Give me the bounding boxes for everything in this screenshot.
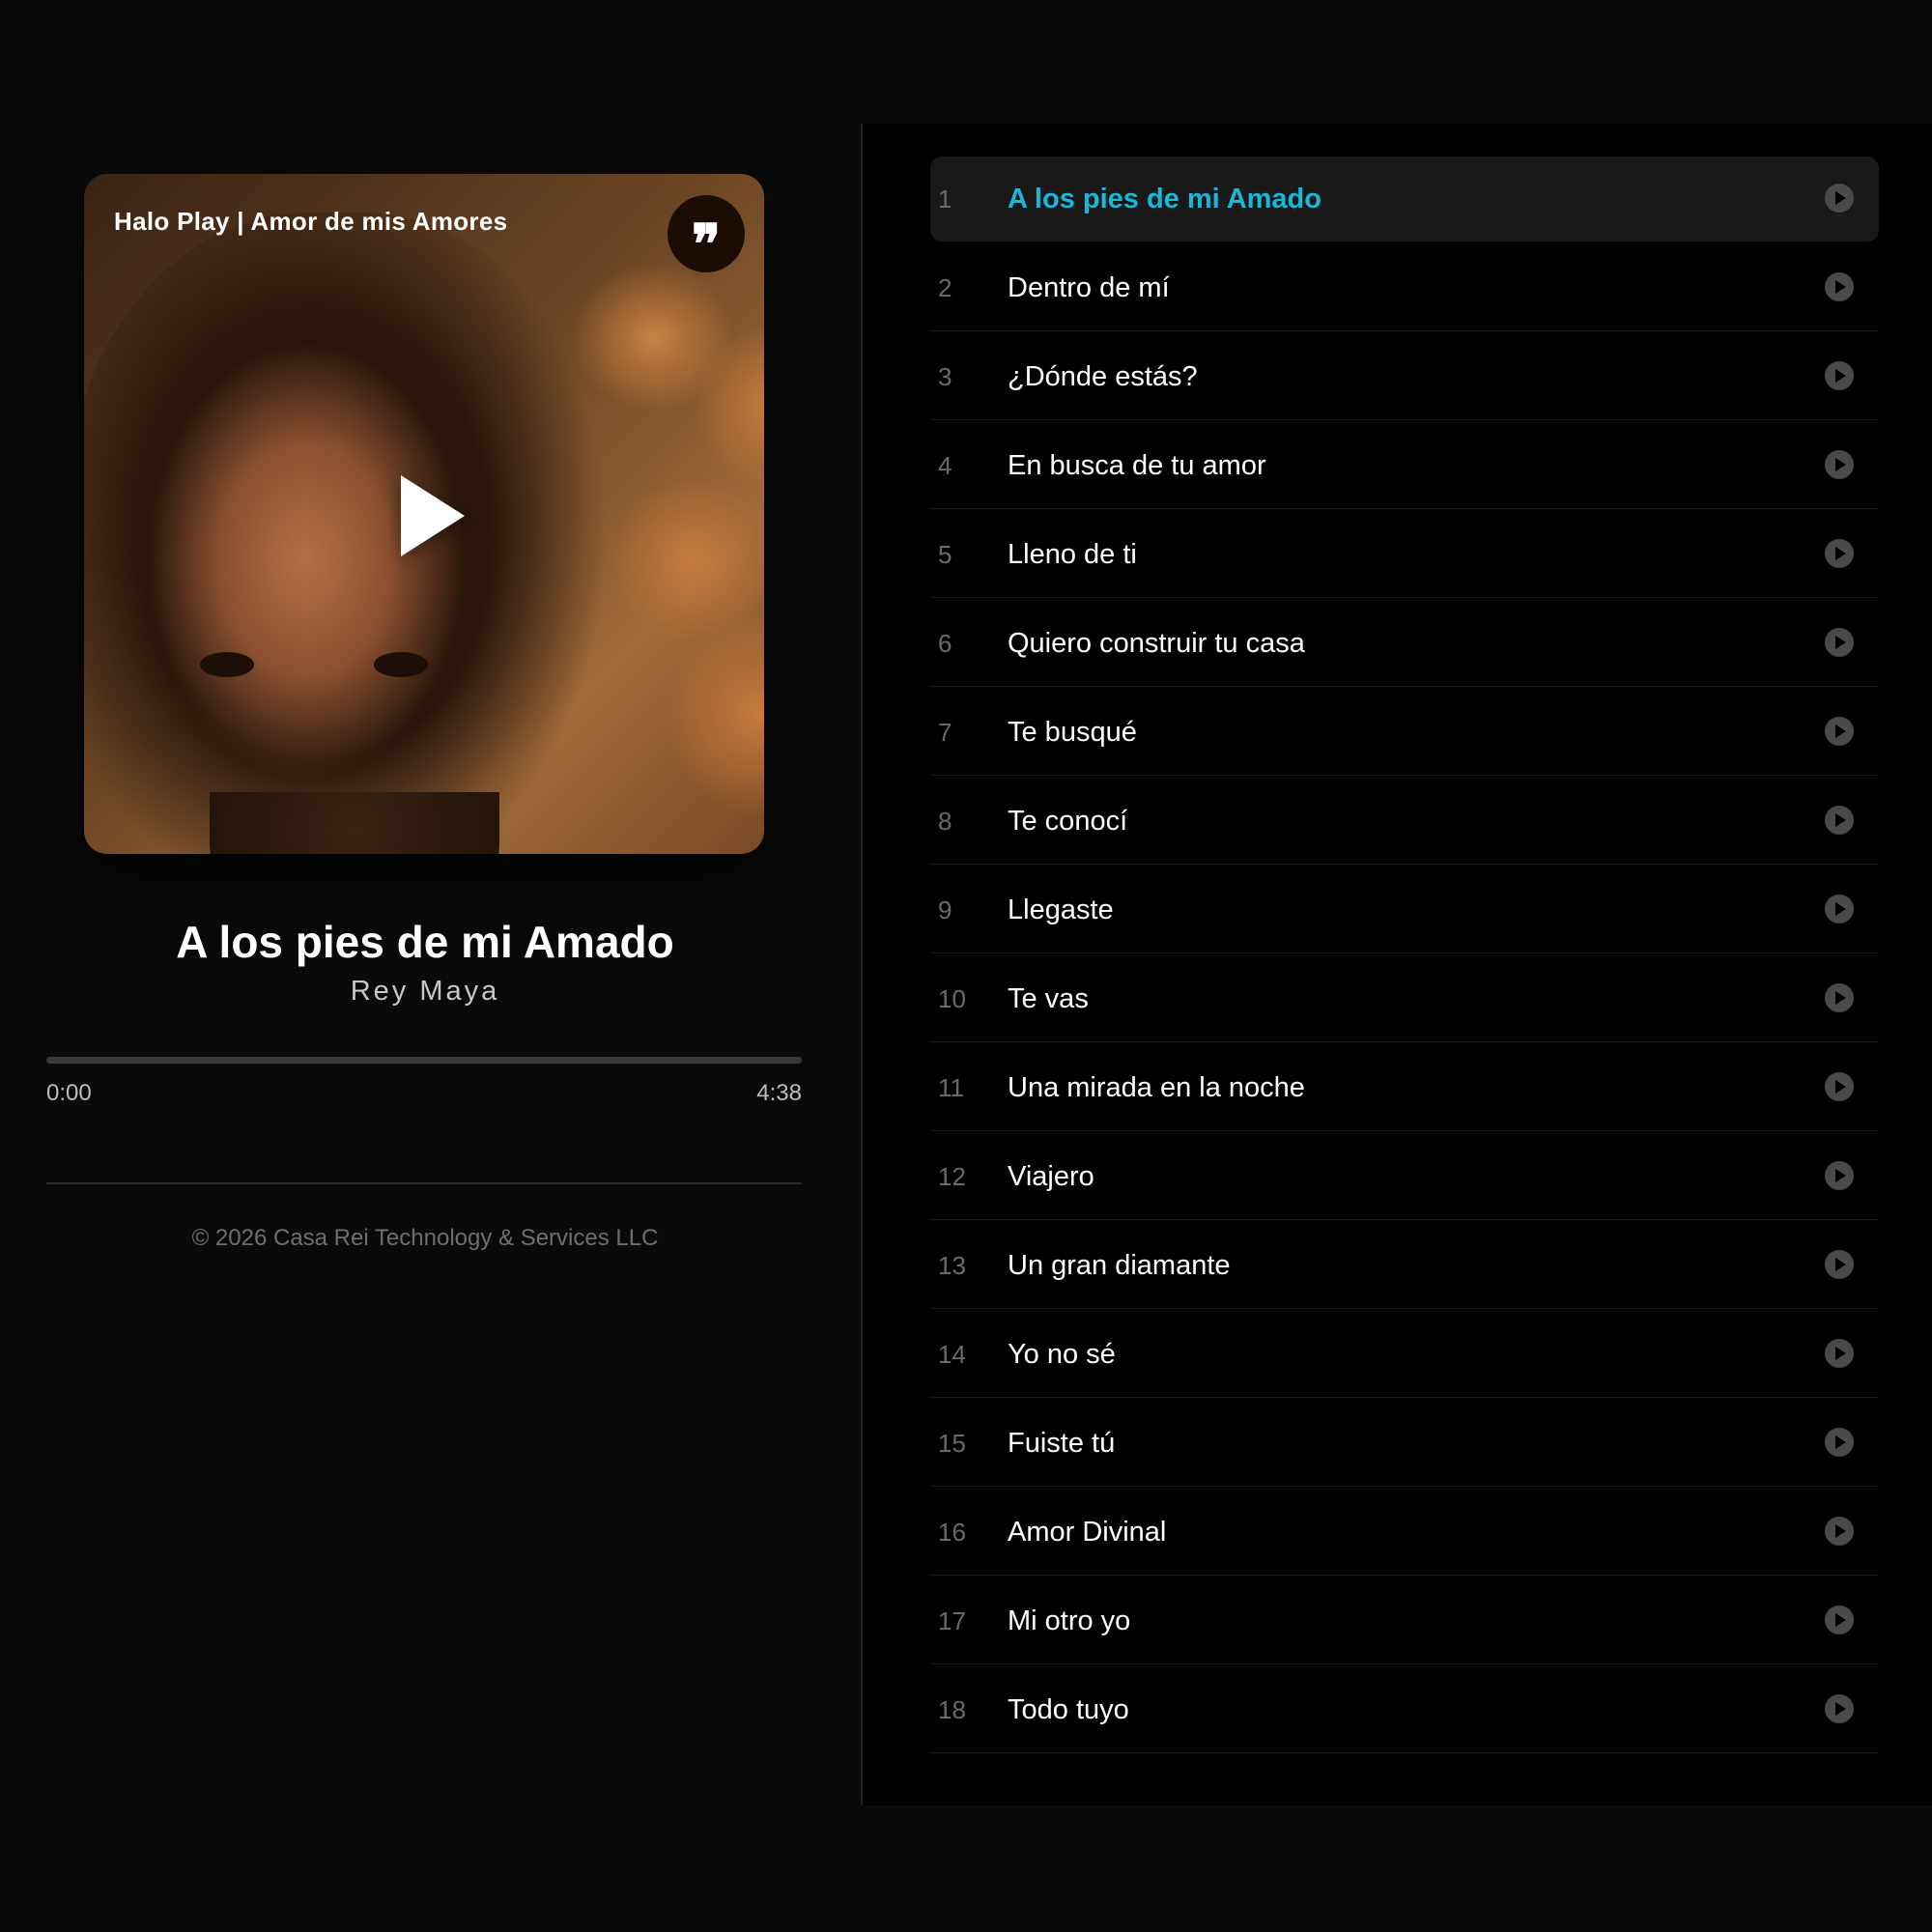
now-playing-title: A los pies de mi Amado <box>176 917 674 967</box>
copyright-footer: © 2026 Casa Rei Technology & Services LL… <box>191 1225 659 1251</box>
track-title: Fuiste tú <box>1008 1428 1116 1459</box>
track-title: Una mirada en la noche <box>1008 1072 1305 1103</box>
track-row[interactable]: 4 En busca de tu amor <box>930 423 1879 509</box>
track-number: 16 <box>938 1518 966 1547</box>
divider <box>46 1182 802 1184</box>
track-row[interactable]: 10 Te vas <box>930 956 1879 1042</box>
track-play-icon[interactable] <box>1825 539 1854 568</box>
app-root: Halo Play | Amor de mis Amores ❞ A los p… <box>0 0 1932 1932</box>
track-play-icon[interactable] <box>1825 1072 1854 1101</box>
quote-icon: ❞ <box>691 213 722 276</box>
track-row[interactable]: 11 Una mirada en la noche <box>930 1045 1879 1131</box>
track-title: Llegaste <box>1008 895 1114 925</box>
track-row[interactable]: 9 Llegaste <box>930 867 1879 953</box>
track-title: Lleno de ti <box>1008 539 1137 570</box>
track-title: En busca de tu amor <box>1008 450 1266 481</box>
cover-portrait-image <box>84 213 606 854</box>
track-number: 18 <box>938 1695 966 1724</box>
track-play-icon[interactable] <box>1825 1339 1854 1368</box>
track-number: 17 <box>938 1606 966 1635</box>
track-play-icon[interactable] <box>1825 184 1854 213</box>
track-title: Todo tuyo <box>1008 1694 1129 1725</box>
lyrics-button[interactable]: ❞ <box>668 195 745 272</box>
track-number: 4 <box>938 451 952 480</box>
track-row[interactable]: 8 Te conocí <box>930 779 1879 865</box>
track-number: 3 <box>938 362 952 391</box>
track-number: 8 <box>938 807 952 836</box>
track-title: A los pies de mi Amado <box>1008 184 1321 214</box>
track-title: Un gran diamante <box>1008 1250 1231 1281</box>
time-total: 4:38 <box>756 1080 802 1106</box>
track-play-icon[interactable] <box>1825 1694 1854 1723</box>
track-row[interactable]: 14 Yo no sé <box>930 1312 1879 1398</box>
track-title: Quiero construir tu casa <box>1008 628 1305 659</box>
track-title: Te busqué <box>1008 717 1137 748</box>
track-play-icon[interactable] <box>1825 1517 1854 1546</box>
track-play-icon[interactable] <box>1825 1605 1854 1634</box>
track-row[interactable]: 6 Quiero construir tu casa <box>930 601 1879 687</box>
track-number: 11 <box>938 1073 964 1102</box>
track-row[interactable]: 3 ¿Dónde estás? <box>930 334 1879 420</box>
track-number: 1 <box>938 185 952 213</box>
track-number: 6 <box>938 629 952 658</box>
track-title: Te vas <box>1008 983 1089 1014</box>
track-number: 13 <box>938 1251 966 1280</box>
track-number: 5 <box>938 540 952 569</box>
track-row[interactable]: 12 Viajero <box>930 1134 1879 1220</box>
track-row[interactable]: 13 Un gran diamante <box>930 1223 1879 1309</box>
track-row[interactable]: 15 Fuiste tú <box>930 1401 1879 1487</box>
track-title: Amor Divinal <box>1008 1517 1167 1548</box>
track-title: Te conocí <box>1008 806 1128 837</box>
track-number: 9 <box>938 895 952 924</box>
track-title: ¿Dónde estás? <box>1008 361 1198 392</box>
track-row[interactable]: 7 Te busqué <box>930 690 1879 776</box>
progress-bar[interactable] <box>46 1057 802 1064</box>
track-number: 12 <box>938 1162 966 1191</box>
track-number: 10 <box>938 984 966 1013</box>
track-row[interactable]: 17 Mi otro yo <box>930 1578 1879 1664</box>
track-play-icon[interactable] <box>1825 628 1854 657</box>
track-title: Viajero <box>1008 1161 1094 1192</box>
player-panel: Halo Play | Amor de mis Amores ❞ A los p… <box>0 124 860 1804</box>
track-play-icon[interactable] <box>1825 717 1854 746</box>
track-number: 2 <box>938 273 952 302</box>
track-title: Mi otro yo <box>1008 1605 1131 1636</box>
play-icon[interactable] <box>401 475 465 556</box>
track-play-icon[interactable] <box>1825 272 1854 301</box>
track-play-icon[interactable] <box>1825 1428 1854 1457</box>
track-row[interactable]: 1 A los pies de mi Amado <box>930 156 1879 242</box>
track-row[interactable]: 16 Amor Divinal <box>930 1490 1879 1576</box>
artist-name: Rey Maya <box>350 976 500 1007</box>
track-number: 14 <box>938 1340 966 1369</box>
track-number: 7 <box>938 718 952 747</box>
track-row[interactable]: 5 Lleno de ti <box>930 512 1879 598</box>
track-title: Yo no sé <box>1008 1339 1116 1370</box>
time-current: 0:00 <box>46 1080 92 1106</box>
track-row[interactable]: 2 Dentro de mí <box>930 245 1879 331</box>
album-cover[interactable]: Halo Play | Amor de mis Amores ❞ <box>84 174 764 854</box>
track-title: Dentro de mí <box>1008 272 1170 303</box>
track-play-icon[interactable] <box>1825 450 1854 479</box>
track-number: 15 <box>938 1429 966 1458</box>
track-play-icon[interactable] <box>1825 806 1854 835</box>
track-play-icon[interactable] <box>1825 983 1854 1012</box>
cover-title: Halo Play | Amor de mis Amores <box>114 207 508 236</box>
track-row[interactable]: 18 Todo tuyo <box>930 1667 1879 1753</box>
track-play-icon[interactable] <box>1825 1161 1854 1190</box>
track-play-icon[interactable] <box>1825 1250 1854 1279</box>
track-play-icon[interactable] <box>1825 895 1854 923</box>
playlist-panel: 1 A los pies de mi Amado 2 Dentro de mí 3 ¿Dó… <box>861 124 1932 1805</box>
track-play-icon[interactable] <box>1825 361 1854 390</box>
